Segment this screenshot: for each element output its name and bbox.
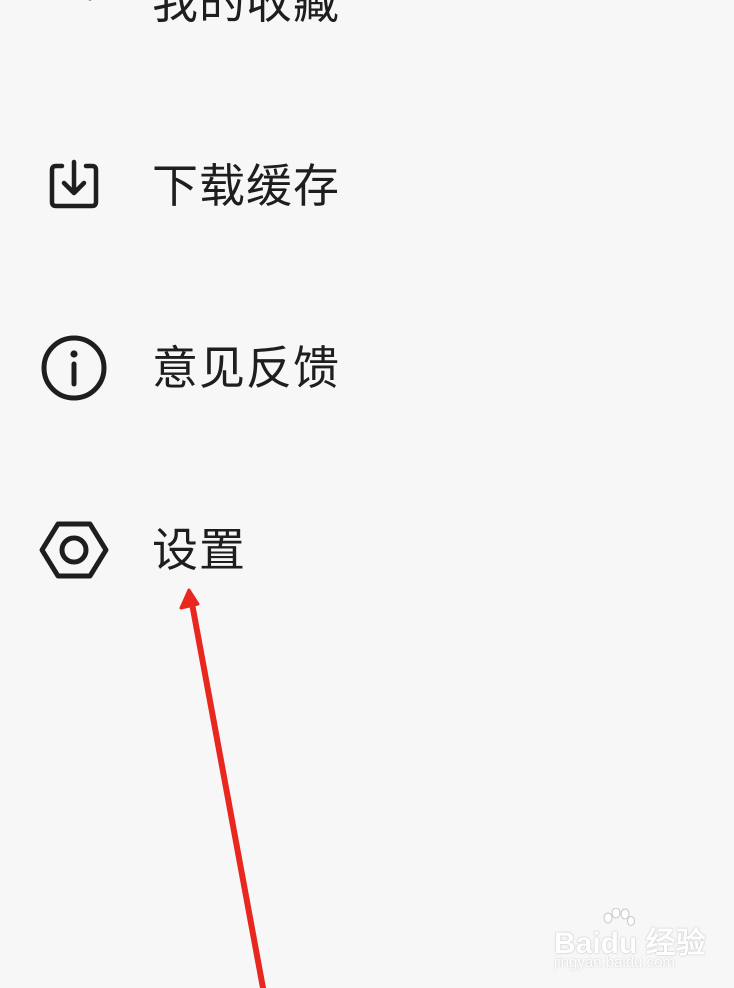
menu-item-download[interactable]: 下载缓存 bbox=[0, 126, 734, 246]
menu-item-settings[interactable]: 设置 bbox=[0, 490, 734, 610]
menu-item-label: 设置 bbox=[152, 523, 246, 577]
watermark-url: jingyan.baidu.com bbox=[554, 954, 675, 971]
info-icon bbox=[36, 330, 112, 406]
menu-item-favorites[interactable]: 我的收藏 bbox=[0, 0, 734, 62]
menu-item-label: 下载缓存 bbox=[152, 159, 340, 213]
star-plus-icon bbox=[36, 0, 112, 40]
menu-item-feedback[interactable]: 意见反馈 bbox=[0, 308, 734, 428]
baidu-jingyan-watermark: Baidu 经验 jingyan.baidu.com bbox=[554, 908, 706, 976]
download-icon bbox=[36, 148, 112, 224]
menu-item-label: 意见反馈 bbox=[152, 341, 340, 395]
settings-hexagon-icon bbox=[36, 512, 112, 588]
menu-item-label: 我的收藏 bbox=[152, 0, 340, 29]
